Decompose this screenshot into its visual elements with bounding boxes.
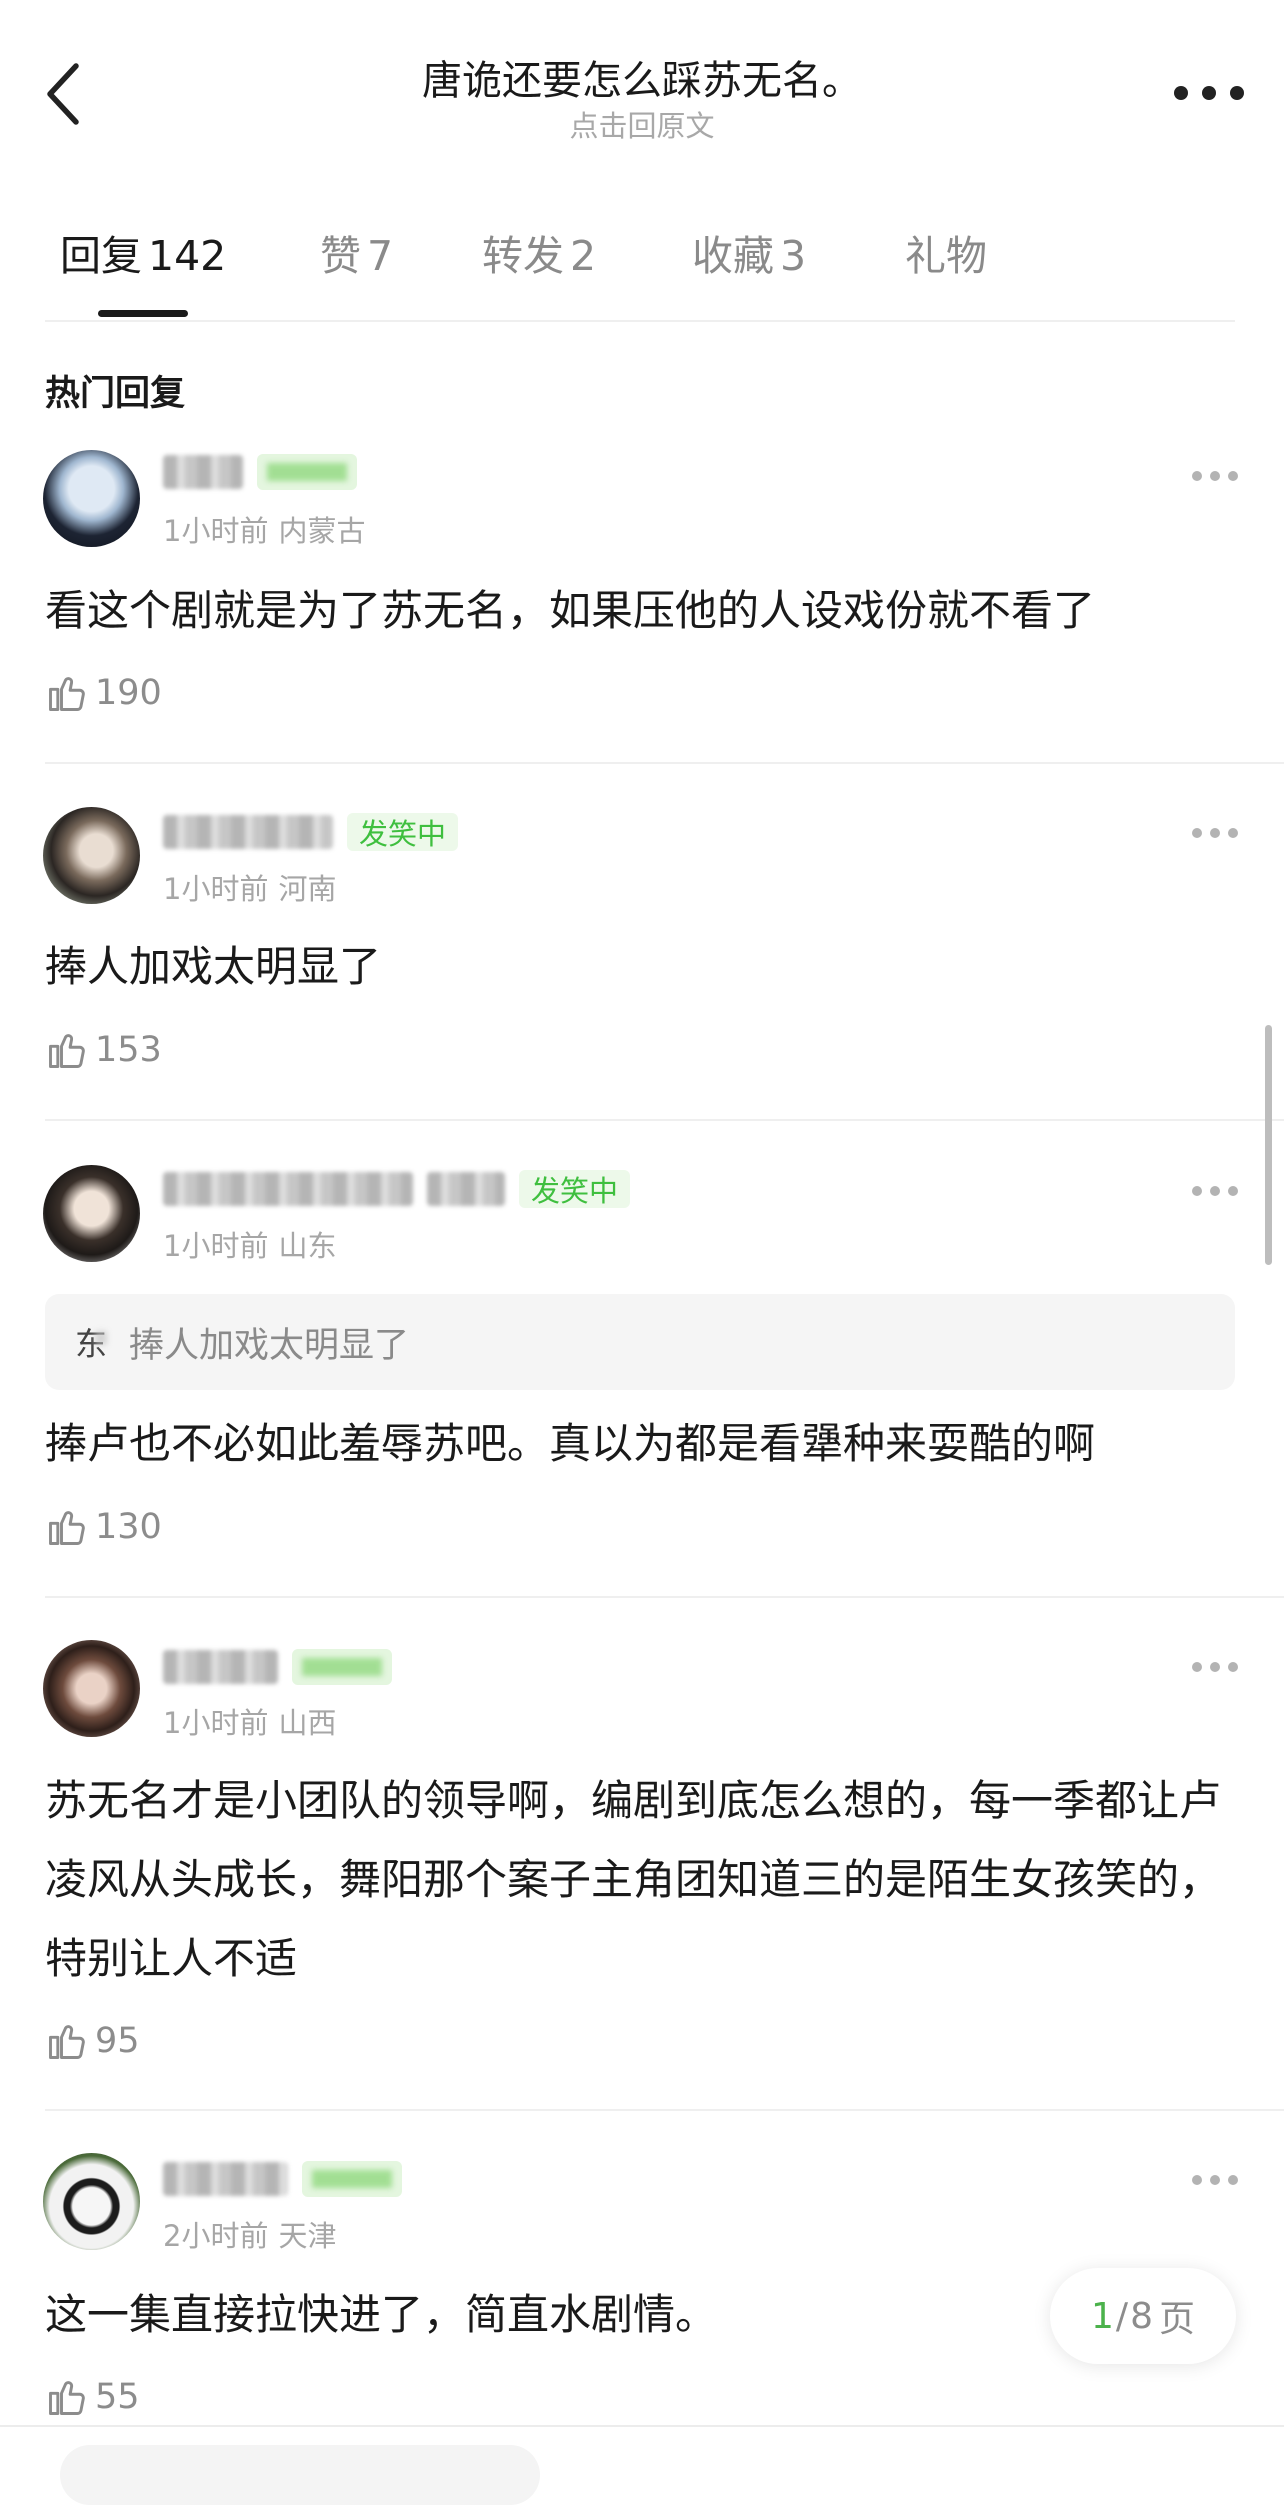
more-dots-icon[interactable] (1192, 470, 1238, 482)
like-count: 190 (95, 673, 162, 713)
more-icon[interactable] (1174, 78, 1244, 108)
username[interactable] (163, 1650, 278, 1684)
tab-replies-count: 142 (148, 232, 227, 280)
like-button[interactable]: 130 (45, 1502, 162, 1552)
comment-text: 苏无名才是小团队的领导啊，编剧到底怎么想的，每一季都让卢凌风从头成长，舞阳那个案… (45, 1776, 1222, 1983)
tab-favorites-label: 收藏 (692, 232, 774, 280)
comment-text: 看这个剧就是为了苏无名，如果压他的人设戏份就不看了 (45, 586, 1096, 635)
avatar[interactable] (43, 807, 140, 904)
tab-reposts[interactable]: 转发 2 (482, 222, 596, 282)
comment-meta: 1小时前 山东 (163, 1223, 336, 1265)
tab-likes[interactable]: 赞7 (320, 222, 393, 282)
comment-divider (45, 1119, 1284, 1121)
quoted-text: 捧人加戏太明显了 (129, 1325, 410, 1366)
user-badge (257, 454, 357, 490)
username[interactable] (163, 1172, 413, 1206)
comment-divider (45, 762, 1284, 764)
scrollbar[interactable] (1265, 1025, 1272, 1265)
tab-likes-label: 赞 (320, 232, 361, 280)
more-dots-icon[interactable] (1192, 1185, 1238, 1197)
like-count: 95 (95, 2021, 140, 2061)
page-indicator[interactable]: 1/8 页 (1050, 2268, 1236, 2364)
thumbs-up-icon (49, 677, 85, 711)
thumbs-up-icon (49, 1511, 85, 1545)
more-dots-icon[interactable] (1192, 2174, 1238, 2186)
thumbs-up-icon (49, 2381, 85, 2415)
page-title: 唐诡还要怎么踩苏无名。 (422, 58, 862, 104)
hot-replies-heading: 热门回复 (45, 374, 186, 414)
tabs-divider (45, 320, 1235, 322)
comment-location: 天津 (278, 2219, 337, 2253)
comment-meta: 2小时前 天津 (163, 2213, 336, 2255)
reply-input[interactable] (60, 2445, 540, 2505)
comment-meta: 1小时前 河南 (163, 866, 336, 908)
more-dots-icon[interactable] (1192, 827, 1238, 839)
comment-meta: 1小时前 内蒙古 (163, 508, 365, 550)
comment-text: 捧人加戏太明显了 (45, 942, 382, 991)
comment-location: 内蒙古 (278, 514, 366, 548)
avatar[interactable] (43, 2153, 140, 2250)
comment-time: 2小时前 (163, 2219, 269, 2253)
tab-reposts-count: 2 (570, 232, 597, 280)
user-badge (302, 2161, 402, 2197)
bottom-bar-divider (0, 2425, 1284, 2427)
username[interactable] (163, 815, 333, 849)
comment-time: 1小时前 (163, 872, 269, 906)
user-badge: 发笑中 (519, 1170, 631, 1208)
more-dots-icon[interactable] (1192, 1661, 1238, 1673)
like-button[interactable]: 153 (45, 1025, 162, 1075)
total-pages: 8 (1130, 2295, 1153, 2337)
username[interactable] (163, 455, 243, 489)
like-button[interactable]: 55 (45, 2372, 140, 2422)
tab-favorites-count: 3 (780, 232, 807, 280)
thumbs-up-icon (49, 1034, 85, 1068)
tab-gifts-label: 礼物 (905, 232, 987, 280)
tab-favorites[interactable]: 收藏 3 (692, 222, 806, 282)
avatar[interactable] (43, 450, 140, 547)
username[interactable] (163, 2162, 288, 2196)
tab-likes-count: 7 (367, 232, 394, 280)
comment-location: 河南 (278, 872, 337, 906)
comment-location: 山西 (278, 1706, 337, 1740)
tab-bar: 回复 142 赞7 转发 2 收藏 3 礼物 (45, 222, 1235, 322)
comment-location: 山东 (278, 1229, 337, 1263)
thumbs-up-icon (49, 2025, 85, 2059)
comment-time: 1小时前 (163, 1706, 269, 1740)
tab-replies-label: 回复 (60, 232, 142, 280)
like-button[interactable]: 190 (45, 668, 162, 718)
quoted-username: 东 (75, 1319, 107, 1365)
comment-time: 1小时前 (163, 514, 269, 548)
tab-gifts[interactable]: 礼物 (905, 222, 987, 282)
user-badge: 发笑中 (347, 813, 459, 851)
page-unit: 页 (1158, 2299, 1195, 2340)
header-bar: 唐诡还要怎么踩苏无名。 点击回原文 (0, 0, 1284, 150)
user-badge (292, 1649, 392, 1685)
current-page: 1 (1091, 2295, 1114, 2337)
user-tag (427, 1172, 505, 1206)
like-count: 55 (95, 2377, 140, 2417)
comment-divider (45, 2109, 1284, 2111)
quoted-reply[interactable]: 东 捧人加戏太明显了 (45, 1294, 1235, 1390)
comment-divider (45, 1596, 1284, 1598)
avatar[interactable] (43, 1640, 140, 1737)
like-button[interactable]: 95 (45, 2016, 140, 2066)
avatar[interactable] (43, 1165, 140, 1262)
tab-reposts-label: 转发 (482, 232, 564, 280)
comment-text: 捧卢也不必如此羞辱苏吧。真以为都是看犟种来耍酷的啊 (45, 1419, 1096, 1468)
page-separator: / (1115, 2295, 1129, 2337)
like-count: 130 (95, 1507, 162, 1547)
active-tab-indicator (98, 310, 188, 317)
tab-replies[interactable]: 回复 142 (60, 222, 226, 282)
comment-time: 1小时前 (163, 1229, 269, 1263)
comment-meta: 1小时前 山西 (163, 1700, 336, 1742)
like-count: 153 (95, 1030, 162, 1070)
view-original-link[interactable]: 点击回原文 (0, 103, 1284, 145)
